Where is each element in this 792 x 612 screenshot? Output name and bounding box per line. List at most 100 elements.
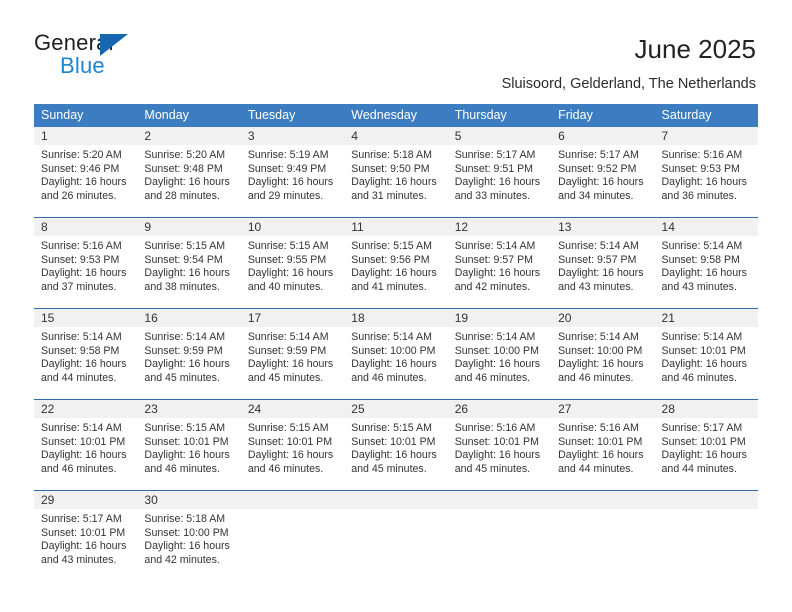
day-number: 8 [34, 218, 138, 236]
day-details: Sunrise: 5:16 AM Sunset: 10:01 PM Daylig… [551, 418, 654, 476]
daylight-text-line2: and 46 minutes. [661, 371, 737, 384]
daylight-text-line2: and 43 minutes. [661, 280, 737, 293]
day-cell[interactable]: 15 Sunrise: 5:14 AM Sunset: 9:58 PM Dayl… [34, 308, 138, 400]
day-details: Sunrise: 5:14 AM Sunset: 10:00 PM Daylig… [448, 327, 551, 385]
day-cell[interactable]: 27 Sunrise: 5:16 AM Sunset: 10:01 PM Day… [551, 399, 655, 491]
day-details: Sunrise: 5:20 AM Sunset: 9:46 PM Dayligh… [34, 145, 137, 203]
weekday-header-sunday: Sunday [34, 104, 138, 127]
daylight-text-line2: and 41 minutes. [351, 280, 427, 293]
sunset-text: Sunset: 9:54 PM [144, 253, 223, 266]
day-details: Sunrise: 5:17 AM Sunset: 10:01 PM Daylig… [655, 418, 758, 476]
sunrise-text: Sunrise: 5:14 AM [351, 331, 432, 343]
day-cell[interactable]: 26 Sunrise: 5:16 AM Sunset: 10:01 PM Day… [447, 399, 552, 491]
daylight-text-line1: Daylight: 16 hours [661, 267, 747, 280]
daylight-text-line1: Daylight: 16 hours [558, 358, 644, 371]
day-cell[interactable]: 21 Sunrise: 5:14 AM Sunset: 10:01 PM Day… [654, 308, 758, 400]
daylight-text-line2: and 45 minutes. [144, 371, 220, 384]
day-cell[interactable]: 28 Sunrise: 5:17 AM Sunset: 10:01 PM Day… [654, 399, 758, 491]
day-details: Sunrise: 5:15 AM Sunset: 9:54 PM Dayligh… [137, 236, 240, 294]
sunset-text: Sunset: 10:01 PM [558, 435, 643, 448]
day-number: 23 [137, 400, 241, 418]
calendar-body: 1 Sunrise: 5:20 AM Sunset: 9:46 PM Dayli… [34, 127, 758, 581]
daylight-text-line2: and 46 minutes. [351, 371, 427, 384]
sunrise-text: Sunrise: 5:20 AM [144, 149, 226, 161]
day-cell[interactable]: 6 Sunrise: 5:17 AM Sunset: 9:52 PM Dayli… [551, 127, 655, 218]
sunset-text: Sunset: 9:50 PM [351, 162, 430, 175]
daylight-text-line1: Daylight: 16 hours [41, 449, 127, 462]
day-cell[interactable]: 4 Sunrise: 5:18 AM Sunset: 9:50 PM Dayli… [344, 127, 448, 218]
sunset-text: Sunset: 10:01 PM [661, 344, 746, 357]
day-details: Sunrise: 5:18 AM Sunset: 10:00 PM Daylig… [137, 509, 240, 567]
sunset-text: Sunset: 9:51 PM [454, 162, 534, 175]
day-cell[interactable]: 2 Sunrise: 5:20 AM Sunset: 9:48 PM Dayli… [137, 127, 241, 218]
day-cell[interactable]: 24 Sunrise: 5:15 AM Sunset: 10:01 PM Day… [240, 399, 345, 491]
day-number: 2 [137, 127, 241, 145]
logo-text-blue: Blue [60, 53, 105, 78]
day-cell[interactable]: 9 Sunrise: 5:15 AM Sunset: 9:54 PM Dayli… [137, 217, 241, 309]
sunset-text: Sunset: 10:00 PM [454, 344, 539, 357]
daylight-text-line1: Daylight: 16 hours [454, 176, 541, 189]
day-number: 25 [344, 400, 448, 418]
day-cell[interactable]: 23 Sunrise: 5:15 AM Sunset: 10:01 PM Day… [137, 399, 241, 491]
daylight-text-line1: Daylight: 16 hours [41, 540, 127, 553]
daylight-text-line1: Daylight: 16 hours [144, 358, 230, 371]
day-cell[interactable]: 18 Sunrise: 5:14 AM Sunset: 10:00 PM Day… [344, 308, 448, 400]
day-number: 17 [240, 309, 345, 327]
calendar-week-row: 22 Sunrise: 5:14 AM Sunset: 10:01 PM Day… [34, 399, 758, 491]
day-cell[interactable]: 8 Sunrise: 5:16 AM Sunset: 9:53 PM Dayli… [34, 217, 138, 309]
calendar-week-row: 8 Sunrise: 5:16 AM Sunset: 9:53 PM Dayli… [34, 217, 758, 309]
daylight-text-line2: and 43 minutes. [41, 553, 117, 566]
daylight-text-line1: Daylight: 16 hours [41, 267, 127, 280]
daylight-text-line1: Daylight: 16 hours [661, 358, 747, 371]
generalblue-logo[interactable]: General Blue [34, 30, 234, 86]
weekday-header-monday: Monday [137, 104, 241, 127]
day-cell[interactable]: 22 Sunrise: 5:14 AM Sunset: 10:01 PM Day… [34, 399, 138, 491]
sunrise-text: Sunrise: 5:15 AM [144, 240, 226, 252]
day-cell[interactable]: 13 Sunrise: 5:14 AM Sunset: 9:57 PM Dayl… [551, 217, 655, 309]
daylight-text-line2: and 46 minutes. [41, 462, 117, 475]
day-details: Sunrise: 5:15 AM Sunset: 9:55 PM Dayligh… [241, 236, 344, 294]
sunrise-text: Sunrise: 5:16 AM [661, 149, 743, 161]
day-number: 11 [344, 218, 448, 236]
day-number: 29 [34, 491, 138, 509]
daylight-text-line1: Daylight: 16 hours [454, 267, 541, 280]
day-cell-empty [344, 490, 448, 581]
sunrise-text: Sunrise: 5:15 AM [247, 422, 329, 434]
sunset-text: Sunset: 10:01 PM [454, 435, 539, 448]
daylight-text-line1: Daylight: 16 hours [661, 176, 747, 189]
day-cell[interactable]: 17 Sunrise: 5:14 AM Sunset: 9:59 PM Dayl… [240, 308, 345, 400]
day-cell[interactable]: 16 Sunrise: 5:14 AM Sunset: 9:59 PM Dayl… [137, 308, 241, 400]
day-cell[interactable]: 10 Sunrise: 5:15 AM Sunset: 9:55 PM Dayl… [240, 217, 345, 309]
day-cell[interactable]: 19 Sunrise: 5:14 AM Sunset: 10:00 PM Day… [447, 308, 552, 400]
sunset-text: Sunset: 10:01 PM [351, 435, 436, 448]
day-cell[interactable]: 30 Sunrise: 5:18 AM Sunset: 10:00 PM Day… [137, 490, 241, 581]
day-cell[interactable]: 14 Sunrise: 5:14 AM Sunset: 9:58 PM Dayl… [654, 217, 758, 309]
day-cell[interactable]: 3 Sunrise: 5:19 AM Sunset: 9:49 PM Dayli… [240, 127, 345, 218]
day-details: Sunrise: 5:14 AM Sunset: 9:57 PM Dayligh… [448, 236, 551, 294]
day-cell[interactable]: 7 Sunrise: 5:16 AM Sunset: 9:53 PM Dayli… [654, 127, 758, 218]
daylight-text-line1: Daylight: 16 hours [454, 449, 541, 462]
sunrise-text: Sunrise: 5:14 AM [247, 331, 329, 343]
day-cell[interactable]: 1 Sunrise: 5:20 AM Sunset: 9:46 PM Dayli… [34, 127, 138, 218]
calendar-week-row: 1 Sunrise: 5:20 AM Sunset: 9:46 PM Dayli… [34, 127, 758, 218]
day-cell[interactable]: 11 Sunrise: 5:15 AM Sunset: 9:56 PM Dayl… [344, 217, 448, 309]
day-cell[interactable]: 29 Sunrise: 5:17 AM Sunset: 10:01 PM Day… [34, 490, 138, 581]
day-details: Sunrise: 5:14 AM Sunset: 10:00 PM Daylig… [344, 327, 447, 385]
sunrise-text: Sunrise: 5:18 AM [144, 513, 226, 525]
sunrise-text: Sunrise: 5:15 AM [351, 240, 432, 252]
day-details: Sunrise: 5:20 AM Sunset: 9:48 PM Dayligh… [137, 145, 240, 203]
day-cell[interactable]: 12 Sunrise: 5:14 AM Sunset: 9:57 PM Dayl… [447, 217, 552, 309]
day-number: 13 [551, 218, 655, 236]
daylight-text-line1: Daylight: 16 hours [351, 358, 437, 371]
weekday-header-thursday: Thursday [447, 104, 552, 127]
day-cell[interactable]: 25 Sunrise: 5:15 AM Sunset: 10:01 PM Day… [344, 399, 448, 491]
day-cell[interactable]: 5 Sunrise: 5:17 AM Sunset: 9:51 PM Dayli… [447, 127, 552, 218]
day-cell[interactable]: 20 Sunrise: 5:14 AM Sunset: 10:00 PM Day… [551, 308, 655, 400]
day-details: Sunrise: 5:16 AM Sunset: 9:53 PM Dayligh… [34, 236, 137, 294]
day-details: Sunrise: 5:17 AM Sunset: 9:52 PM Dayligh… [551, 145, 654, 203]
day-details: Sunrise: 5:19 AM Sunset: 9:49 PM Dayligh… [241, 145, 344, 203]
day-details: Sunrise: 5:14 AM Sunset: 10:01 PM Daylig… [34, 418, 137, 476]
daylight-text-line2: and 46 minutes. [558, 371, 634, 384]
daylight-text-line1: Daylight: 16 hours [351, 267, 437, 280]
daylight-text-line2: and 36 minutes. [661, 189, 737, 202]
